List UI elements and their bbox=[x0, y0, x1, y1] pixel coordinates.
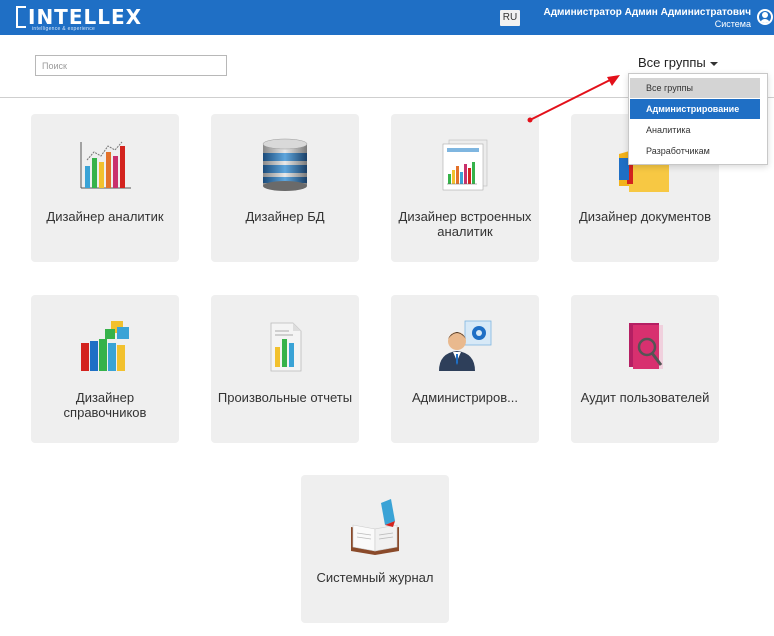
user-name[interactable]: Администратор Админ Администратович bbox=[543, 7, 751, 18]
tile-label: Администриров... bbox=[411, 390, 519, 405]
books-icon bbox=[81, 321, 129, 371]
database-icon bbox=[262, 138, 308, 191]
admin-user-icon bbox=[439, 320, 492, 371]
tile-system-journal[interactable]: Системный журнал bbox=[301, 475, 449, 623]
user-role: Система bbox=[714, 19, 751, 29]
tile-label: Дизайнер встроенных аналитик bbox=[398, 209, 532, 239]
tile-administration[interactable]: Администриров... bbox=[391, 295, 539, 443]
caret-down-icon bbox=[709, 61, 718, 66]
tile-db-designer[interactable]: Дизайнер БД bbox=[211, 114, 359, 262]
search-input[interactable] bbox=[35, 55, 227, 76]
groups-dropdown-menu: Все группы Администрирование Аналитика Р… bbox=[628, 73, 768, 165]
tile-user-audit[interactable]: Аудит пользователей bbox=[571, 295, 719, 443]
tile-label: Дизайнер БД bbox=[245, 209, 325, 224]
user-avatar-icon[interactable] bbox=[757, 9, 773, 25]
bar-chart-icon bbox=[80, 141, 131, 189]
language-switch[interactable]: RU bbox=[500, 10, 520, 26]
dropdown-option-analytics[interactable]: Аналитика bbox=[630, 120, 760, 140]
groups-dropdown-label: Все группы bbox=[638, 55, 706, 70]
top-bar: INTELLEX intelligence & experience RU Ад… bbox=[0, 0, 774, 35]
logo-subtitle: intelligence & experience bbox=[32, 26, 96, 32]
tile-analytics-designer[interactable]: Дизайнер аналитик bbox=[31, 114, 179, 262]
journal-icon bbox=[351, 499, 399, 555]
tile-custom-reports[interactable]: Произвольные отчеты bbox=[211, 295, 359, 443]
dropdown-option-developers[interactable]: Разработчикам bbox=[630, 141, 760, 161]
tile-embedded-analytics-designer[interactable]: Дизайнер встроенных аналитик bbox=[391, 114, 539, 262]
groups-dropdown-button[interactable]: Все группы bbox=[638, 55, 718, 70]
tile-label: Произвольные отчеты bbox=[217, 390, 353, 405]
logo-mark bbox=[16, 6, 26, 28]
tile-label: Дизайнер справочников bbox=[63, 390, 147, 420]
tile-reference-designer[interactable]: Дизайнер справочников bbox=[31, 295, 179, 443]
tile-label: Дизайнер документов bbox=[578, 209, 712, 224]
tile-label: Аудит пользователей bbox=[580, 390, 710, 405]
dropdown-option-administration[interactable]: Администрирование bbox=[630, 99, 760, 119]
report-chart-icon bbox=[442, 139, 488, 191]
dropdown-option-all-groups[interactable]: Все группы bbox=[630, 78, 760, 98]
tile-label: Системный журнал bbox=[316, 570, 434, 585]
tile-label: Дизайнер аналитик bbox=[46, 209, 164, 224]
document-chart-icon bbox=[270, 322, 302, 372]
audit-book-icon bbox=[629, 323, 663, 369]
